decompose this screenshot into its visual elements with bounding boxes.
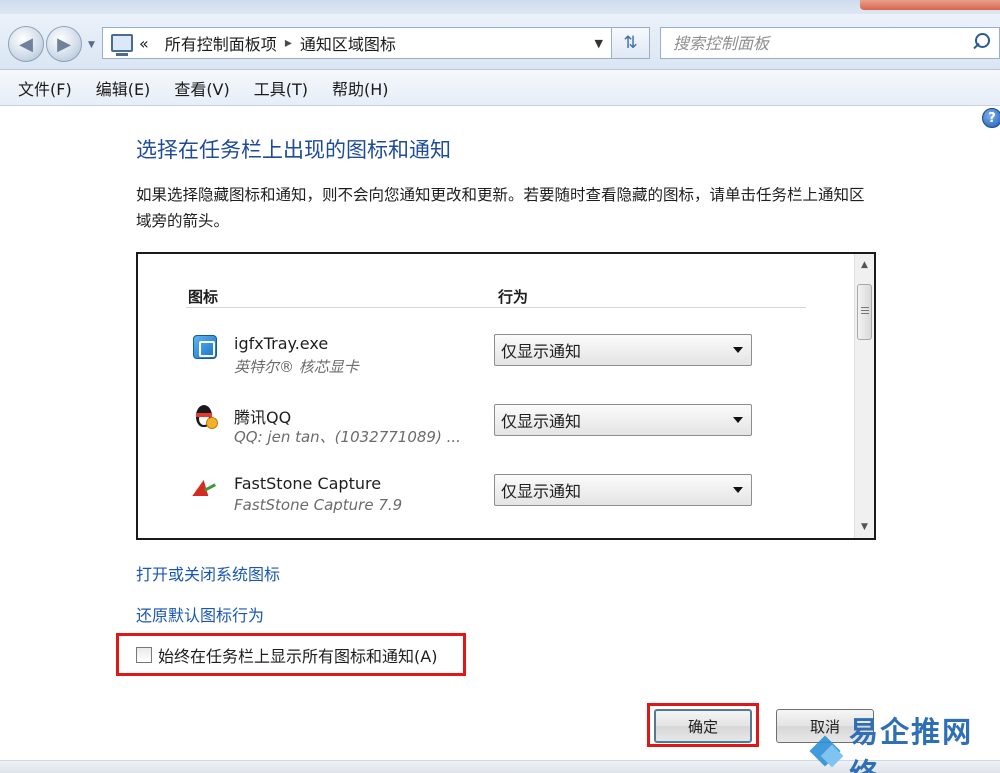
notification-icon-list[interactable]: 图标 行为 igfxTray.exe 英特尔® 核芯显卡 仅显示通知 腾讯QQ …: [136, 252, 876, 540]
behavior-select-value: 仅显示通知: [501, 412, 582, 431]
menu-tools[interactable]: 工具(T): [244, 72, 318, 104]
menu-edit[interactable]: 编辑(E): [86, 72, 161, 104]
behavior-select[interactable]: 仅显示通知: [494, 334, 752, 366]
system-icons-link[interactable]: 打开或关闭系统图标: [136, 561, 280, 585]
chevron-down-icon: [733, 487, 743, 493]
list-scrollbar[interactable]: ▲ ▼: [854, 254, 874, 538]
breadcrumb-separator[interactable]: ▸: [285, 35, 292, 51]
help-icon[interactable]: ?: [982, 108, 1000, 128]
always-show-checkbox[interactable]: [136, 646, 152, 663]
app-description: FastStone Capture 7.9: [234, 496, 403, 514]
control-panel-icon: [111, 34, 133, 56]
scroll-thumb[interactable]: [857, 284, 872, 340]
chevron-down-icon: [733, 417, 743, 423]
arrow-right-icon: ▶: [57, 33, 71, 55]
breadcrumb-overflow[interactable]: «: [139, 34, 149, 53]
app-name: igfxTray.exe: [234, 334, 329, 353]
refresh-icon: ⇅: [623, 33, 638, 53]
app-name: 腾讯QQ: [234, 408, 292, 427]
breadcrumb[interactable]: « 所有控制面板项 ▸ 通知区域图标 ▼: [102, 27, 612, 59]
list-item: 腾讯QQ QQ: jen tan、(1032771089) ... 仅显示通知: [192, 404, 802, 464]
scroll-up-icon[interactable]: ▲: [855, 256, 874, 274]
refresh-button[interactable]: ⇅: [612, 27, 650, 59]
scroll-down-icon[interactable]: ▼: [855, 518, 874, 536]
igfx-icon: [192, 334, 218, 360]
list-item: igfxTray.exe 英特尔® 核芯显卡 仅显示通知: [192, 334, 802, 394]
watermark-logo-icon: [809, 734, 845, 768]
chevron-down-icon[interactable]: ▼: [595, 37, 603, 50]
app-name: FastStone Capture: [234, 474, 382, 493]
qq-icon: [192, 404, 218, 430]
faststone-icon: [192, 474, 218, 500]
column-header-behavior: 行为: [498, 288, 529, 306]
menu-file[interactable]: 文件(F): [8, 72, 82, 104]
close-button-edge[interactable]: [860, 0, 1000, 10]
list-header: 图标 行为: [186, 284, 806, 308]
behavior-select[interactable]: 仅显示通知: [494, 404, 752, 436]
behavior-select-value: 仅显示通知: [501, 482, 582, 501]
recent-pages-dropdown[interactable]: ▼: [88, 40, 100, 50]
behavior-select[interactable]: 仅显示通知: [494, 474, 752, 506]
chevron-down-icon: [733, 347, 743, 353]
always-show-highlight: 始终在任务栏上显示所有图标和通知(A): [116, 633, 466, 676]
watermark: 易企推网络: [809, 715, 1000, 773]
page-title: 选择在任务栏上出现的图标和通知: [136, 138, 451, 162]
list-item: FastStone Capture FastStone Capture 7.9 …: [192, 474, 802, 534]
search-icon[interactable]: [969, 30, 995, 56]
menu-help[interactable]: 帮助(H): [322, 72, 399, 104]
breadcrumb-item-notification-icons[interactable]: 通知区域图标: [300, 31, 396, 55]
menu-view[interactable]: 查看(V): [164, 72, 239, 104]
arrow-left-icon: ◀: [19, 33, 33, 55]
column-header-icon: 图标: [188, 288, 219, 306]
ok-button[interactable]: 确定: [654, 709, 752, 743]
back-button[interactable]: ◀: [8, 26, 44, 62]
behavior-select-value: 仅显示通知: [501, 342, 582, 361]
app-description: QQ: jen tan、(1032771089) ...: [234, 428, 461, 446]
forward-button[interactable]: ▶: [46, 26, 82, 62]
menu-bar: 文件(F) 编辑(E) 查看(V) 工具(T) 帮助(H): [0, 70, 1000, 106]
search-box[interactable]: [660, 27, 1000, 59]
restore-default-link[interactable]: 还原默认图标行为: [136, 602, 264, 626]
watermark-text: 易企推网络: [849, 714, 974, 773]
always-show-label[interactable]: 始终在任务栏上显示所有图标和通知(A): [158, 643, 437, 667]
breadcrumb-item-all-items[interactable]: 所有控制面板项: [165, 31, 277, 55]
search-input[interactable]: [673, 33, 969, 53]
app-description: 英特尔® 核芯显卡: [234, 358, 359, 376]
title-strip: [0, 0, 1000, 14]
address-bar-area: ◀ ▶ ▼ « 所有控制面板项 ▸ 通知区域图标 ▼ ⇅: [0, 0, 1000, 70]
page-description: 如果选择隐藏图标和通知，则不会向您通知更改和更新。若要随时查看隐藏的图标，请单击…: [136, 186, 865, 230]
